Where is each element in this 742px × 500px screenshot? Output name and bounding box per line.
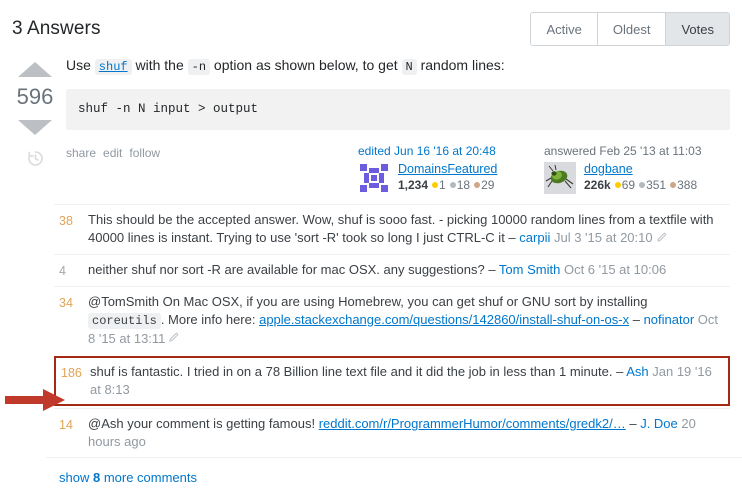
silver-badge-icon — [449, 181, 456, 188]
comment-timestamp: Jul 3 '15 at 20:10 — [553, 230, 653, 245]
editor-reputation: 1,234 1 18 29 — [398, 178, 497, 193]
edit-pencil-icon[interactable] — [168, 330, 179, 348]
editor-username[interactable]: DomainsFeatured — [398, 162, 497, 177]
code-block: shuf -n N input > output — [66, 89, 730, 130]
comment-score: 4 — [59, 263, 66, 278]
comment-author-link[interactable]: Tom Smith — [499, 262, 560, 277]
comment-author-link[interactable]: J. Doe — [640, 416, 678, 431]
comment-author-link[interactable]: nofinator — [644, 312, 695, 327]
author-user-row: dogbane 226k 69 351 388 — [544, 162, 730, 194]
gold-badge-icon — [432, 181, 439, 188]
answers-header: 3 Answers Active Oldest Votes — [0, 0, 742, 48]
comment-score: 38 — [59, 214, 73, 228]
comment-row: 4 neither shuf nor sort -R are available… — [54, 253, 730, 286]
comment-body: neither shuf nor sort -R are available f… — [88, 261, 730, 280]
post-action-links: share edit follow — [66, 144, 167, 160]
inline-code-coreutils: coreutils — [88, 312, 161, 329]
editor-gold-count: 1 — [439, 178, 446, 192]
comment-timestamp: Oct 6 '15 at 10:06 — [563, 261, 667, 277]
upvote-arrow-icon[interactable] — [18, 62, 52, 77]
comment-dash: – — [612, 364, 627, 380]
comment-content: @Ash your comment is getting famous! — [88, 416, 319, 432]
comment-dash: – — [484, 261, 499, 277]
editor-silver-count: 18 — [456, 178, 471, 192]
answer-text-4: random lines: — [416, 57, 505, 73]
comment-author-link[interactable]: carpii — [519, 230, 550, 245]
answer-post: 596 Use shuf with the -n option as shown… — [0, 56, 742, 204]
shuf-link[interactable]: shuf — [99, 60, 128, 74]
show-more-suffix: more comments — [100, 470, 198, 486]
comment-score: 34 — [59, 295, 73, 310]
author-bronze-count: 388 — [677, 178, 698, 192]
comment-row-highlighted: 186 shuf is fantastic. I tried in on a 7… — [54, 356, 730, 407]
history-clock-icon[interactable] — [26, 149, 45, 171]
author-silver-count: 351 — [646, 178, 667, 192]
bronze-badge-icon — [474, 181, 481, 188]
author-avatar[interactable] — [544, 162, 576, 194]
author-username[interactable]: dogbane — [584, 162, 697, 177]
show-more-prefix: show — [59, 470, 93, 486]
edit-link[interactable]: edit — [103, 146, 122, 160]
tab-votes[interactable]: Votes — [666, 13, 729, 45]
editor-avatar[interactable] — [358, 162, 390, 194]
bronze-badge-icon — [670, 181, 677, 188]
comment-content-after: . More info here: — [160, 311, 260, 327]
inline-code-N: N — [401, 59, 417, 75]
show-more-comments-link[interactable]: show 8 more comments — [46, 457, 742, 485]
comment-body: @Ash your comment is getting famous! red… — [88, 415, 730, 451]
share-link[interactable]: share — [66, 146, 96, 160]
author-info: dogbane 226k 69 351 388 — [584, 162, 697, 193]
comment-content: neither shuf nor sort -R are available f… — [88, 261, 485, 277]
comment-row: 38 This should be the accepted answer. W… — [54, 204, 730, 254]
editor-user-card: edited Jun 16 '16 at 20:48 DomainsFeatur… — [358, 144, 544, 194]
comment-score: 186 — [61, 366, 82, 381]
comments-list: 38 This should be the accepted answer. W… — [46, 204, 742, 457]
post-meta-row: share edit follow edited Jun 16 '16 at 20:… — [66, 144, 730, 194]
answer-text-2: with the — [131, 57, 188, 73]
author-gold-count: 69 — [621, 178, 636, 192]
comment-row: 34 @TomSmith On Mac OSX, if you are usin… — [54, 285, 730, 355]
editor-rep-value: 1,234 — [398, 178, 429, 192]
comment-body: @TomSmith On Mac OSX, if you are using H… — [88, 293, 730, 349]
edited-timestamp[interactable]: edited Jun 16 '16 at 20:48 — [358, 144, 544, 158]
editor-info: DomainsFeatured 1,234 1 18 29 — [398, 162, 497, 193]
edit-pencil-icon[interactable] — [656, 230, 667, 248]
inline-code-shuf: shuf — [94, 59, 132, 75]
downvote-arrow-icon[interactable] — [18, 120, 52, 135]
comment-body: This should be the accepted answer. Wow,… — [88, 211, 730, 248]
vote-score: 596 — [16, 84, 54, 109]
comment-body: shuf is fantastic. I tried in on a 78 Bi… — [90, 363, 728, 399]
comment-dash: – — [629, 311, 644, 327]
answer-text-3: option as shown below, to get — [210, 57, 402, 73]
comment-external-link[interactable]: reddit.com/r/ProgrammerHumor/comments/gr… — [319, 416, 626, 431]
answer-sort-tabs[interactable]: Active Oldest Votes — [530, 12, 730, 46]
comment-row: 14 @Ash your comment is getting famous! … — [54, 408, 730, 457]
tab-oldest[interactable]: Oldest — [597, 13, 667, 45]
author-rep-value: 226k — [584, 178, 611, 192]
tab-active[interactable]: Active — [531, 13, 598, 45]
comment-score: 14 — [59, 418, 73, 433]
inline-code-n-flag: -n — [187, 59, 211, 75]
editor-user-row: DomainsFeatured 1,234 1 18 29 — [358, 162, 544, 194]
gold-badge-icon — [614, 181, 621, 188]
author-user-card: answered Feb 25 '13 at 11:03 dogbane 226… — [544, 144, 730, 194]
follow-link[interactable]: follow — [129, 146, 160, 160]
answer-text-1: Use — [66, 57, 95, 73]
editor-bronze-count: 29 — [481, 178, 495, 192]
comment-content: shuf is fantastic. I tried in on a 78 Bi… — [90, 364, 613, 380]
answered-timestamp: answered Feb 25 '13 at 11:03 — [544, 144, 702, 158]
comment-dash: – — [504, 230, 520, 245]
author-reputation: 226k 69 351 388 — [584, 178, 697, 193]
comment-content: @TomSmith On Mac OSX, if you are using H… — [88, 293, 648, 309]
comment-author-link[interactable]: Ash — [626, 364, 648, 379]
silver-badge-icon — [639, 181, 646, 188]
comment-external-link[interactable]: apple.stackexchange.com/questions/142860… — [259, 312, 629, 327]
answer-body: Use shuf with the -n option as shown bel… — [58, 56, 730, 204]
comment-dash: – — [625, 416, 641, 432]
answer-paragraph: Use shuf with the -n option as shown bel… — [66, 56, 730, 77]
vote-column: 596 — [12, 56, 58, 204]
answers-count-title: 3 Answers — [12, 18, 101, 39]
